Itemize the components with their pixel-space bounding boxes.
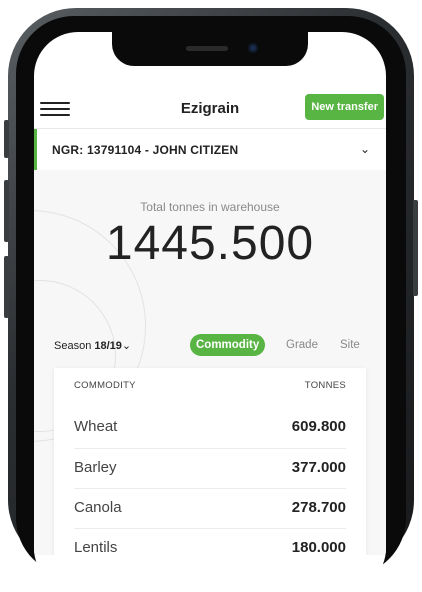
selector-accent-bar <box>34 129 37 171</box>
mute-switch <box>4 120 9 158</box>
notch <box>112 32 308 66</box>
commodity-table: COMMODITY TONNES Wheat 609.800 Barley 37… <box>54 368 366 555</box>
commodity-name: Barley <box>74 459 117 476</box>
tab-grade[interactable]: Grade <box>280 334 324 356</box>
chevron-down-icon: ⌄ <box>359 142 370 156</box>
tab-site[interactable]: Site <box>334 334 366 356</box>
tonnes-value: 278.700 <box>291 499 346 516</box>
speaker-grille <box>186 46 228 51</box>
app-header: Ezigrain New transfer <box>34 88 386 132</box>
filter-controls: Season 18/19⌄ Commodity Grade Site <box>34 334 386 358</box>
tonnes-value: 180.000 <box>291 539 346 555</box>
season-value: 18/19 <box>94 340 122 352</box>
power-button <box>413 200 418 296</box>
commodity-name: Lentils <box>74 539 118 555</box>
season-selector[interactable]: Season 18/19⌄ <box>54 339 131 352</box>
total-value: 1445.500 <box>105 217 315 270</box>
ngr-selector[interactable]: NGR: 13791104 - JOHN CITIZEN ⌄ <box>34 128 386 172</box>
tab-commodity[interactable]: Commodity <box>190 334 266 356</box>
phone-screen: Ezigrain New transfer NGR: 13791104 - JO… <box>34 32 386 592</box>
table-header: COMMODITY TONNES <box>74 380 346 396</box>
column-header-commodity: COMMODITY <box>74 380 136 391</box>
commodity-name: Wheat <box>74 418 118 435</box>
tonnes-value: 609.800 <box>291 418 346 435</box>
new-transfer-button[interactable]: New transfer <box>305 94 384 120</box>
volume-up-button <box>4 180 9 242</box>
chevron-down-icon: ⌄ <box>121 340 132 352</box>
front-camera <box>248 43 258 53</box>
commodity-name: Canola <box>74 499 122 516</box>
table-row[interactable]: Canola 278.700 <box>74 488 346 527</box>
total-label: Total tonnes in warehouse <box>140 200 280 214</box>
season-prefix: Season <box>54 340 92 352</box>
summary-section: Total tonnes in warehouse 1445.500 Seaso… <box>34 170 386 555</box>
volume-down-button <box>4 256 9 318</box>
tonnes-value: 377.000 <box>291 459 346 476</box>
table-row[interactable]: Lentils 180.000 <box>74 528 346 555</box>
table-row[interactable]: Barley 377.000 <box>74 448 346 487</box>
column-header-tonnes: TONNES <box>304 380 346 391</box>
table-row[interactable]: Wheat 609.800 <box>74 408 346 446</box>
ngr-label: NGR: 13791104 - JOHN CITIZEN <box>52 143 239 157</box>
